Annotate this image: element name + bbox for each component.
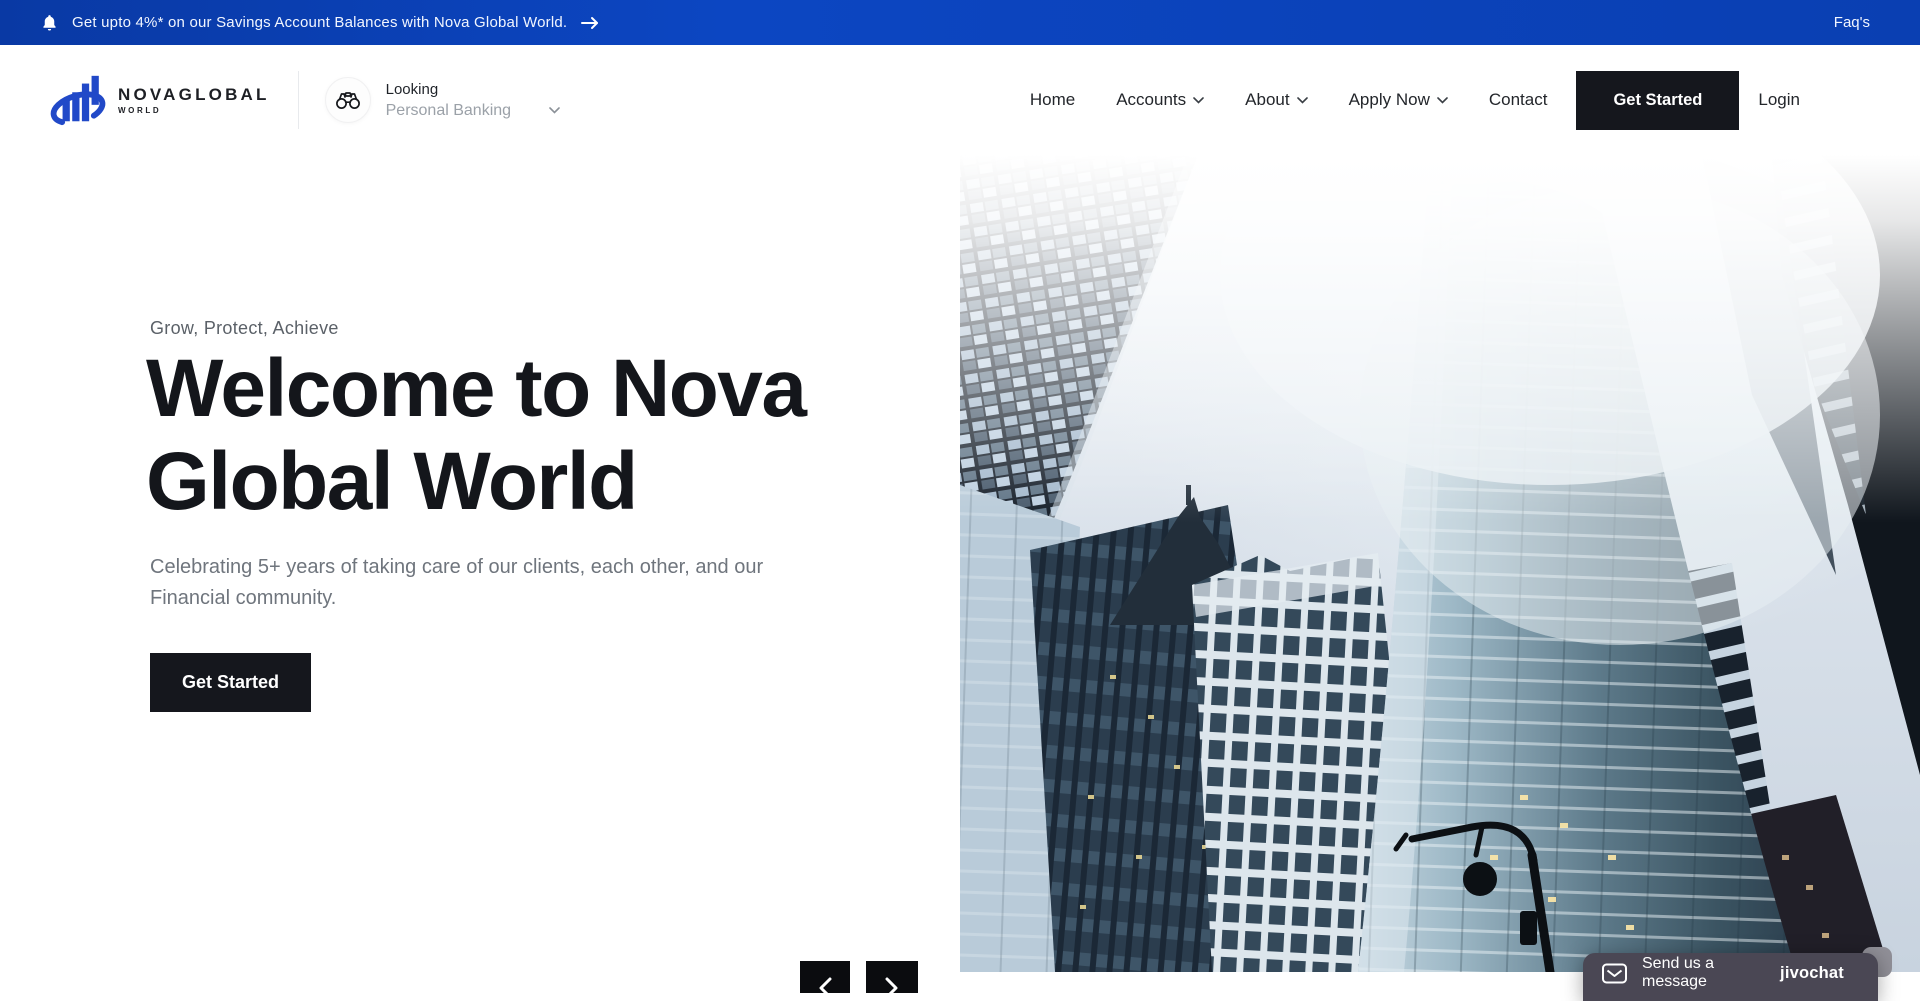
banking-type-selector[interactable]: Looking Personal Banking [325, 77, 560, 123]
chat-widget[interactable]: Send us a message jivochat [1583, 953, 1878, 1001]
nav-item-apply-now[interactable]: Apply Now [1349, 90, 1448, 110]
faqs-link[interactable]: Faq's [1834, 0, 1870, 45]
hero-get-started-button[interactable]: Get Started [150, 653, 311, 712]
hero-title: Welcome to Nova Global World [146, 342, 806, 529]
binoculars-icon [325, 77, 371, 123]
envelope-icon [1601, 962, 1628, 985]
header-divider [298, 71, 299, 129]
brand-logo[interactable]: NOVAGLOBAL WORLD [50, 74, 270, 126]
hero-eyebrow: Grow, Protect, Achieve [150, 318, 339, 339]
chevron-down-icon [1437, 97, 1448, 104]
next-slide-button[interactable] [866, 961, 918, 993]
prev-slide-button[interactable] [800, 961, 850, 993]
arrow-right-icon [580, 16, 600, 30]
hero-section: Grow, Protect, Achieve Welcome to Nova G… [0, 155, 1920, 993]
selector-value: Personal Banking [386, 102, 511, 120]
chevron-down-icon [1297, 97, 1308, 104]
nav-label: About [1245, 90, 1289, 110]
announcement-link[interactable]: Get upto 4%* on our Savings Account Bala… [40, 13, 600, 33]
main-nav: Home Accounts About Apply Now Contact Ge… [1030, 71, 1800, 130]
nav-item-about[interactable]: About [1245, 90, 1307, 110]
site-header: NOVAGLOBAL WORLD Looking Personal Bankin… [0, 45, 1920, 155]
nav-item-home[interactable]: Home [1030, 90, 1075, 110]
chevron-left-icon [818, 977, 832, 993]
nav-label: Accounts [1116, 90, 1186, 110]
brand-subname: WORLD [118, 107, 270, 115]
announcement-text: Get upto 4%* on our Savings Account Bala… [72, 14, 567, 31]
brand-name: NOVAGLOBAL [118, 86, 270, 103]
login-link[interactable]: Login [1758, 90, 1800, 110]
jivochat-logo: jivochat [1780, 964, 1844, 983]
hero-title-line2: Global World [146, 436, 637, 527]
hero-title-line1: Welcome to Nova [146, 343, 806, 434]
chevron-down-icon [549, 107, 560, 114]
nav-item-contact[interactable]: Contact [1489, 90, 1548, 110]
nav-label: Home [1030, 90, 1075, 110]
bell-icon [40, 13, 59, 33]
hero-description: Celebrating 5+ years of taking care of o… [150, 552, 830, 614]
selector-label: Looking [386, 81, 560, 98]
logo-icon [50, 74, 108, 126]
nav-label: Contact [1489, 90, 1548, 110]
nav-item-accounts[interactable]: Accounts [1116, 90, 1204, 110]
hero-skyscraper-image [960, 155, 1920, 972]
announcement-bar: Get upto 4%* on our Savings Account Bala… [0, 0, 1920, 45]
chat-message: Send us a message [1642, 955, 1766, 991]
chevron-down-icon [1193, 97, 1204, 104]
nav-label: Apply Now [1349, 90, 1430, 110]
chevron-right-icon [885, 977, 899, 993]
get-started-button[interactable]: Get Started [1576, 71, 1739, 130]
